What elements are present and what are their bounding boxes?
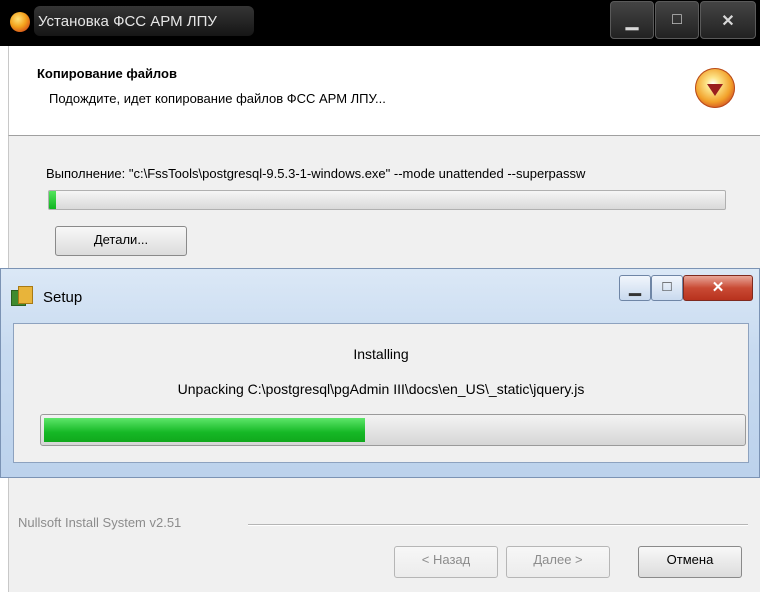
maximize-icon: □ xyxy=(662,278,672,295)
setup-title: Setup xyxy=(43,289,83,306)
close-icon: ✕ xyxy=(721,13,735,30)
exec-command-text: Выполнение: "c:\FssTools\postgresql-9.5.… xyxy=(46,166,586,181)
maximize-icon: □ xyxy=(672,11,682,28)
installer-disc-icon xyxy=(10,12,30,32)
header-subtitle: Подождите, идет копирование файлов ФСС А… xyxy=(49,91,386,106)
setup-package-icon xyxy=(11,286,33,306)
branding-divider xyxy=(248,524,748,526)
setup-frame: Setup ▁ □ ✕ Installing Unpacking C:\post… xyxy=(0,268,760,478)
minimize-icon: ▁ xyxy=(629,279,641,296)
installer-close-button[interactable]: ✕ xyxy=(700,1,756,39)
setup-dialog: Setup ▁ □ ✕ Installing Unpacking C:\post… xyxy=(0,268,760,478)
setup-minimize-button[interactable]: ▁ xyxy=(619,275,651,301)
setup-maximize-button[interactable]: □ xyxy=(651,275,683,301)
branding-text: Nullsoft Install System v2.51 xyxy=(18,515,182,530)
installer-titlebar: Установка ФСС АРМ ЛПУ ▁ □ ✕ xyxy=(0,0,760,46)
setup-close-button[interactable]: ✕ xyxy=(683,275,753,301)
setup-progress-track xyxy=(44,418,742,442)
installer-progress-fill xyxy=(49,191,56,209)
details-button[interactable]: Детали... xyxy=(55,226,187,256)
installer-minimize-button[interactable]: ▁ xyxy=(610,1,654,39)
installer-progress-bar xyxy=(48,190,726,210)
setup-status-text: Installing xyxy=(353,346,409,362)
close-icon: ✕ xyxy=(711,279,725,296)
installer-maximize-button[interactable]: □ xyxy=(655,1,699,39)
package-right xyxy=(18,286,33,304)
setup-client-area: Installing Unpacking C:\postgresql\pgAdm… xyxy=(13,323,749,463)
installer-header: Копирование файлов Подождите, идет копир… xyxy=(8,46,760,136)
logo-arrow xyxy=(707,84,723,96)
header-title: Копирование файлов xyxy=(37,66,177,81)
cancel-button[interactable]: Отмена xyxy=(638,546,742,578)
setup-progress-bar xyxy=(40,414,746,446)
installer-logo-icon xyxy=(695,68,735,108)
back-button[interactable]: < Назад xyxy=(394,546,498,578)
minimize-icon: ▁ xyxy=(625,13,639,30)
setup-detail-text: Unpacking C:\postgresql\pgAdmin III\docs… xyxy=(177,381,585,397)
next-button[interactable]: Далее > xyxy=(506,546,610,578)
setup-progress-fill xyxy=(44,418,366,442)
installer-title: Установка ФСС АРМ ЛПУ xyxy=(38,13,217,30)
